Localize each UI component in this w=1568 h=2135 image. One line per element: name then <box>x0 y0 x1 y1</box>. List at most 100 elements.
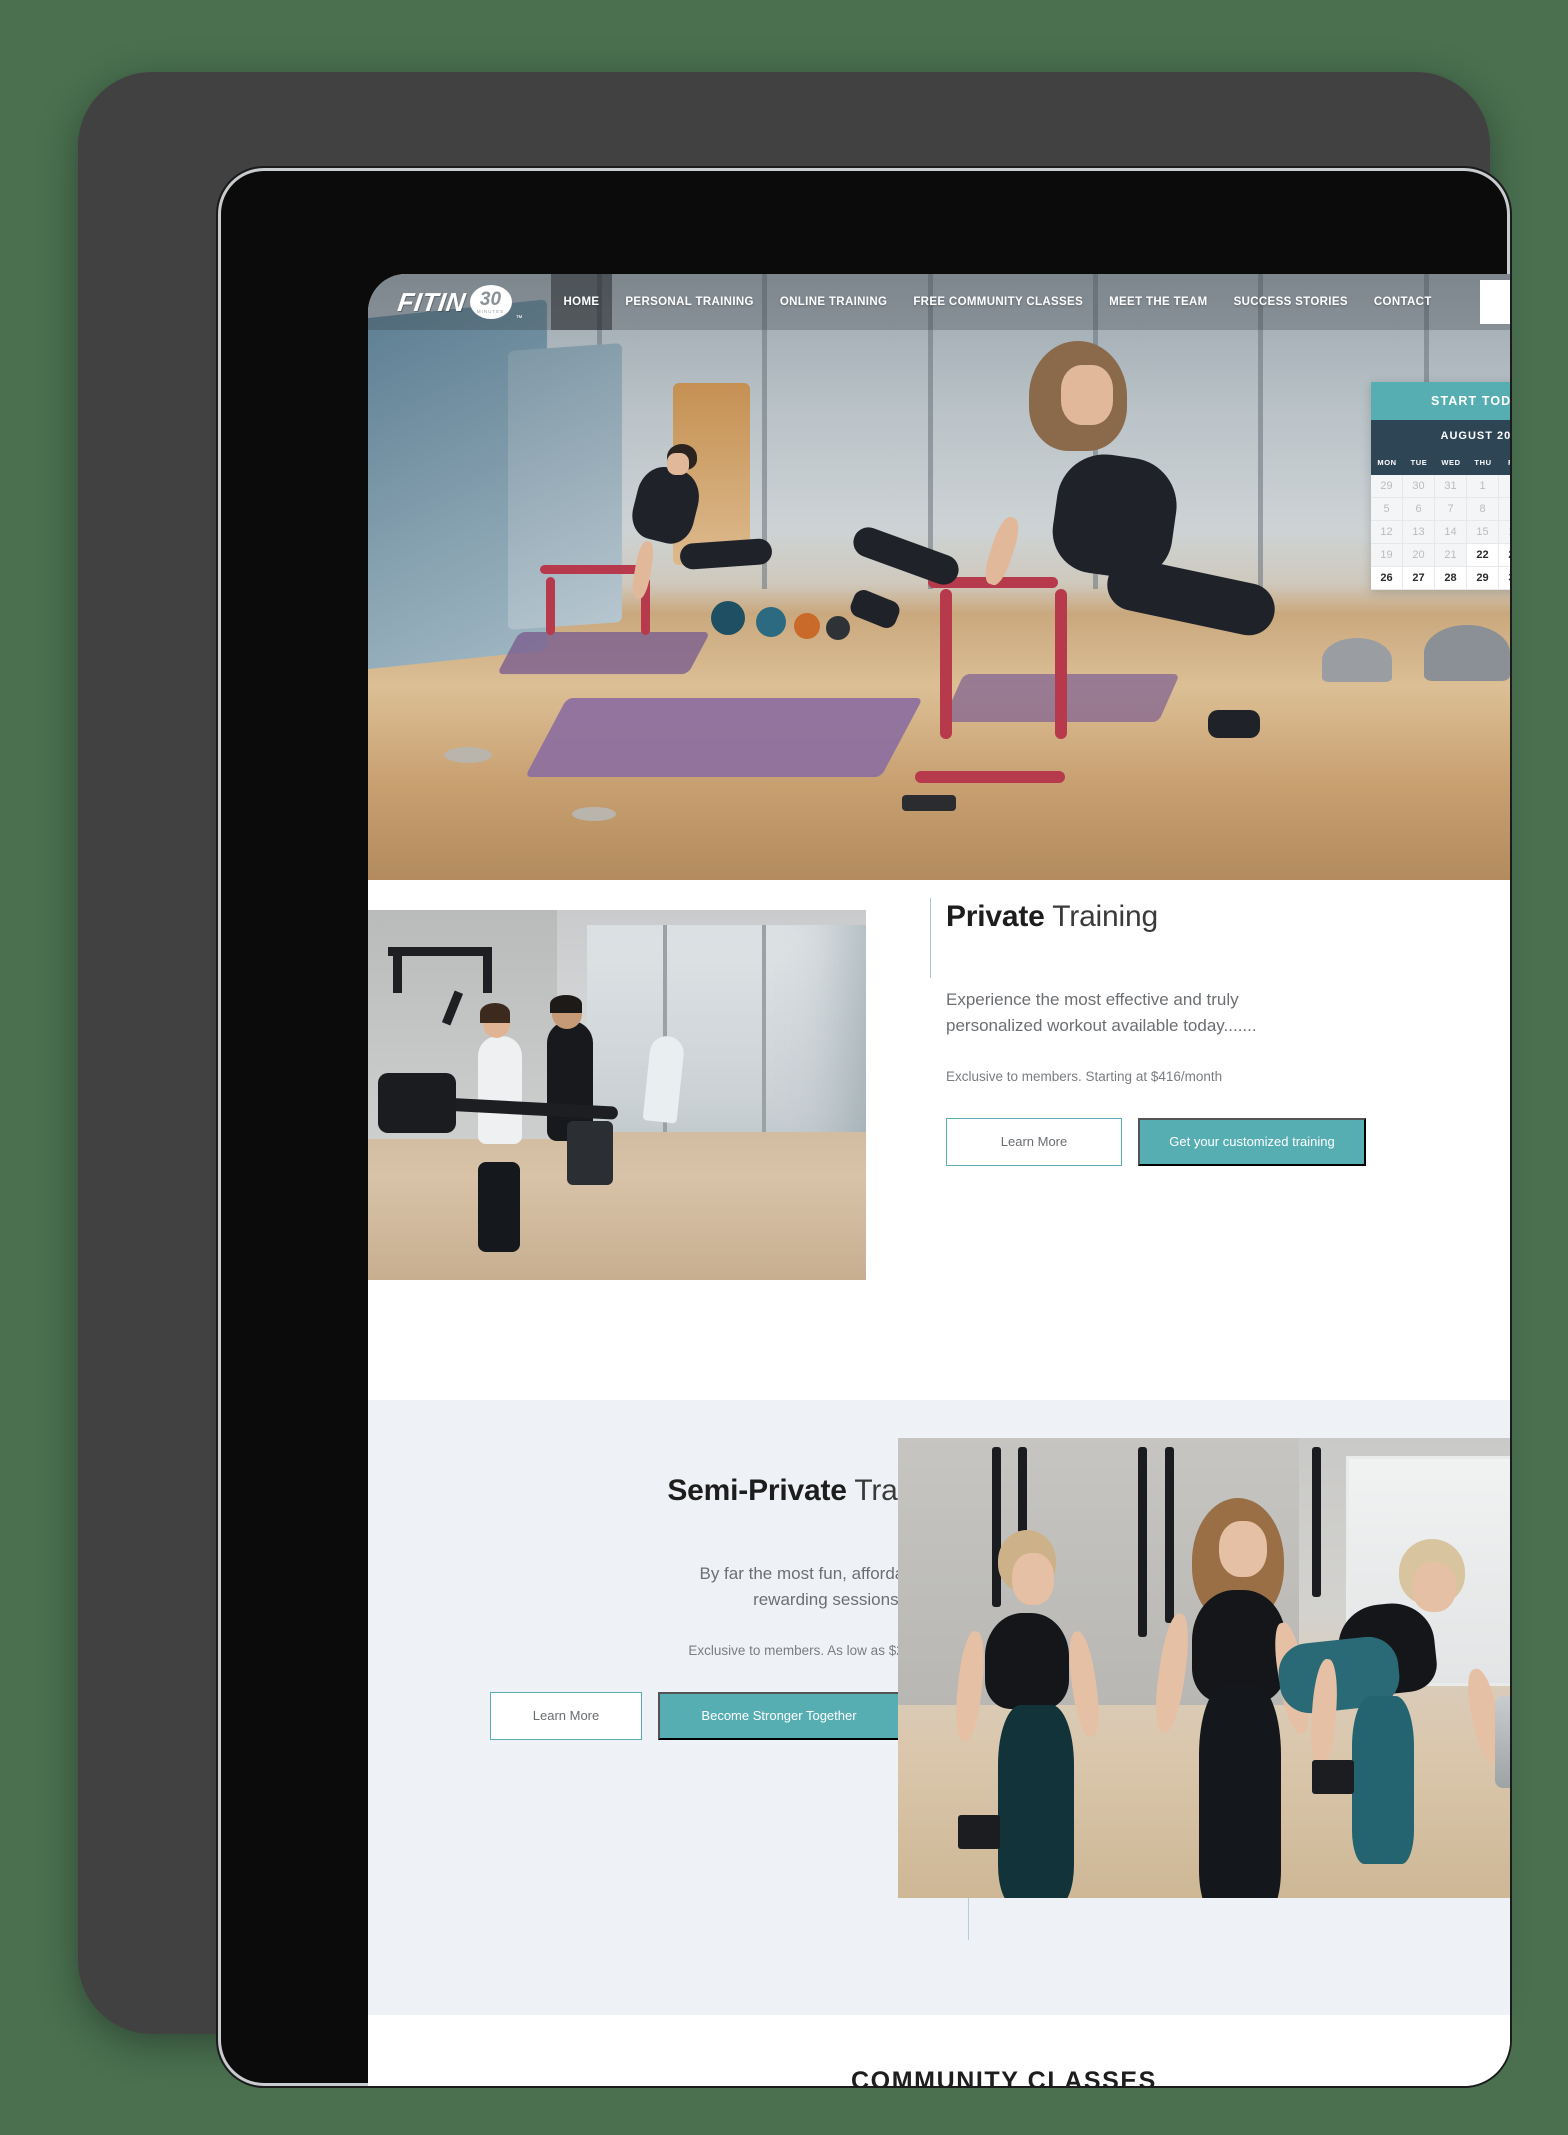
calendar-day-cell: 20 <box>1403 544 1435 567</box>
hero-yoga-mat-purple <box>525 698 924 777</box>
calendar-dow-mon: MON <box>1377 458 1397 467</box>
hero-parallette-post <box>1054 589 1067 740</box>
semi-private-buttons: Learn More Become Stronger Together <box>490 1691 960 1740</box>
calendar-cta-banner[interactable]: START TODAY! <box>1371 382 1510 420</box>
semi-title-bold: Semi-Private <box>667 1474 847 1507</box>
nav-item-home[interactable]: HOME <box>550 274 613 330</box>
calendar-day-cell[interactable]: 26 <box>1371 567 1403 590</box>
person-left-face <box>1011 1553 1054 1605</box>
calendar-day-grid: 2930311234567891011121314151617181920212… <box>1371 475 1510 590</box>
tablet-screen: FITIN 30 MINUTES ™ HOME PERSONAL TRAININ… <box>368 274 1510 2086</box>
nav-item-success-stories[interactable]: SUCCESS STORIES <box>1221 274 1361 330</box>
hero-banner-left-2 <box>507 342 623 630</box>
hero-bosu-ball <box>1322 637 1392 682</box>
calendar-day-cell[interactable]: 27 <box>1403 567 1435 590</box>
private-training-content: Private Training Experience the most eff… <box>946 900 1506 1166</box>
client-hair <box>480 1002 511 1023</box>
calendar-month-header: AUGUST 2019 → <box>1371 420 1510 452</box>
nav-item-free-community-classes[interactable]: FREE COMMUNITY CLASSES <box>900 274 1096 330</box>
foreground-equipment <box>377 1072 456 1133</box>
hero-yoga-mat-purple-2 <box>496 631 710 674</box>
person-center-face <box>1218 1520 1267 1577</box>
trx-strap <box>1165 1447 1175 1624</box>
trx-strap <box>1312 1447 1322 1598</box>
semi-learn-more-button[interactable]: Learn More <box>490 1691 642 1740</box>
calendar-day-cell: 19 <box>1371 544 1403 567</box>
person-left-tank-top <box>984 1612 1069 1709</box>
person-right-leggings <box>1352 1695 1415 1864</box>
community-classes-title: COMMUNITY CLASSES <box>851 2067 1157 2086</box>
tablet-device-frame: FITIN 30 MINUTES ™ HOME PERSONAL TRAININ… <box>78 72 1510 2086</box>
person-right-face <box>1412 1562 1457 1613</box>
client-top <box>477 1035 522 1144</box>
private-learn-more-button[interactable]: Learn More <box>946 1117 1122 1166</box>
calendar-day-cell[interactable]: 28 <box>1435 567 1467 590</box>
hero-section: FITIN 30 MINUTES ™ HOME PERSONAL TRAININ… <box>368 274 1510 880</box>
logo-badge-subtext: MINUTES <box>476 308 505 314</box>
calendar-day-cell[interactable]: 29 <box>1467 567 1499 590</box>
calendar-dow-thu: THU <box>1474 458 1492 467</box>
trash-can <box>1494 1695 1510 1788</box>
private-training-photo <box>368 910 866 1280</box>
calendar-day-cell: 8 <box>1467 498 1499 521</box>
calendar-day-cell: 5 <box>1371 498 1403 521</box>
calendar-day-cell: 16 <box>1499 521 1510 544</box>
private-training-price: Exclusive to members. Starting at $416/m… <box>946 1068 1223 1084</box>
private-photo-window-mullion <box>762 924 767 1132</box>
calendar-day-cell[interactable]: 23 <box>1499 544 1510 567</box>
semi-private-price: Exclusive to members. As low as $250/mon… <box>688 1642 960 1658</box>
private-get-customized-training-button[interactable]: Get your customized training <box>1138 1117 1366 1166</box>
calendar-dow-wed: WED <box>1441 458 1461 467</box>
calendar-day-cell: 30 <box>1403 475 1435 498</box>
private-training-title: Private Training <box>946 900 1506 934</box>
hero-parallette-post <box>940 589 953 740</box>
top-navigation-bar: FITIN 30 MINUTES ™ HOME PERSONAL TRAININ… <box>368 274 1510 330</box>
private-training-buttons: Learn More Get your customized training <box>946 1117 1506 1166</box>
nav-item-personal-training[interactable]: PERSONAL TRAINING <box>612 274 766 330</box>
calendar-day-cell: 1 <box>1467 475 1499 498</box>
hero-weight-plate <box>444 746 493 763</box>
hero-parallette-bar <box>539 564 645 574</box>
logo-wordmark: FITIN <box>395 286 468 317</box>
hero-person-face <box>666 452 689 475</box>
hero-bosu-ball <box>1423 625 1510 682</box>
wall-rig-bar <box>387 947 488 956</box>
semi-private-training-content: Semi-Private Training By far the most fu… <box>490 1474 960 1740</box>
calendar-day-cell: 31 <box>1435 475 1467 498</box>
wall-rig-post <box>482 947 492 993</box>
tablet-bezel: FITIN 30 MINUTES ™ HOME PERSONAL TRAININ… <box>218 168 1510 2086</box>
calendar-day-cell: 14 <box>1435 521 1467 544</box>
semi-private-training-title: Semi-Private Training <box>490 1474 960 1508</box>
login-button[interactable]: LOGIN <box>1480 280 1510 324</box>
semi-become-stronger-together-button[interactable]: Become Stronger Together <box>658 1691 900 1740</box>
hero-dumbbell <box>902 795 957 812</box>
nav-item-online-training[interactable]: ONLINE TRAINING <box>767 274 900 330</box>
webpage-viewport: FITIN 30 MINUTES ™ HOME PERSONAL TRAININ… <box>368 274 1510 2086</box>
calendar-day-cell: 2 <box>1499 475 1510 498</box>
client-leggings <box>477 1161 520 1252</box>
logo-badge: 30 MINUTES <box>469 285 512 319</box>
logo-trademark: ™ <box>515 315 523 322</box>
trainer-hair <box>549 995 582 1014</box>
start-today-calendar-widget: START TODAY! AUGUST 2019 → MON TUE WED T… <box>1371 382 1510 590</box>
semi-private-training-section: Semi-Private Training By far the most fu… <box>368 1400 1510 2015</box>
nav-item-contact[interactable]: CONTACT <box>1361 274 1445 330</box>
nav-item-meet-the-team[interactable]: MEET THE TEAM <box>1096 274 1220 330</box>
private-training-description: Experience the most effective and truly … <box>946 990 1257 1035</box>
semi-private-training-photo <box>898 1438 1510 1898</box>
hero-parallette-leg <box>546 577 556 635</box>
logo-badge-number: 30 <box>479 288 502 310</box>
person-left-leggings <box>998 1704 1075 1898</box>
private-training-section: Private Training Experience the most eff… <box>368 880 1510 1400</box>
calendar-dow-fri: FRI <box>1499 452 1510 475</box>
calendar-day-cell: 15 <box>1467 521 1499 544</box>
calendar-day-cell: 29 <box>1371 475 1403 498</box>
calendar-day-cell[interactable]: 22 <box>1467 544 1499 567</box>
private-title-bold: Private <box>946 900 1045 933</box>
calendar-day-cell[interactable]: 30 <box>1499 567 1510 590</box>
calendar-day-cell: 6 <box>1403 498 1435 521</box>
calendar-day-cell: 21 <box>1435 544 1467 567</box>
private-title-divider <box>930 898 931 978</box>
site-logo[interactable]: FITIN 30 MINUTES ™ <box>395 274 523 330</box>
nav-links: HOME PERSONAL TRAINING ONLINE TRAINING F… <box>550 274 1445 330</box>
